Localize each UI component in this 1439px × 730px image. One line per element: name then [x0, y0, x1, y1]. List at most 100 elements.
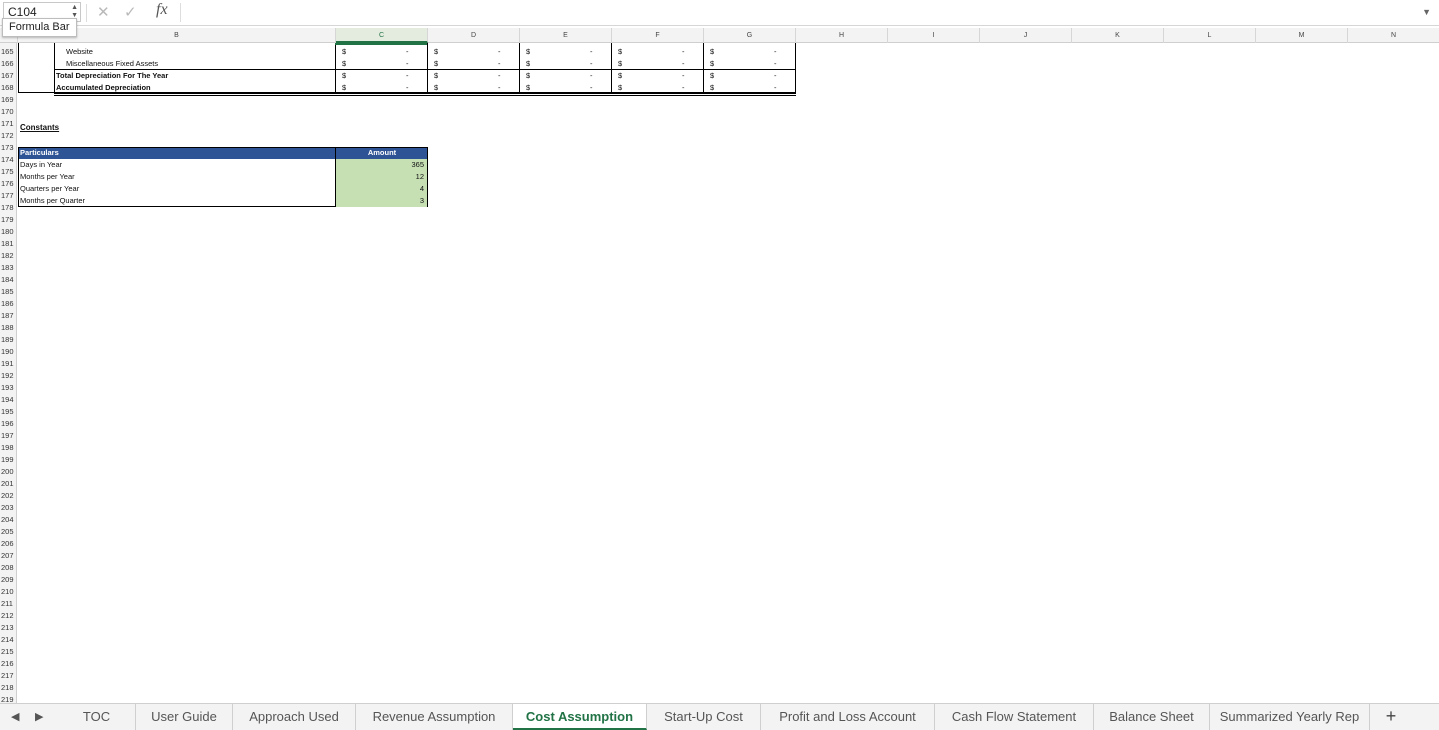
row-header[interactable]: 207	[0, 550, 16, 562]
sheet-tab-start-up-cost[interactable]: Start-Up Cost	[647, 704, 761, 730]
row-header[interactable]: 185	[0, 286, 16, 298]
column-header-j[interactable]: J	[980, 28, 1072, 43]
depreciation-value[interactable]: -	[590, 70, 593, 82]
add-sheet-icon[interactable]: +	[1380, 706, 1402, 727]
row-header[interactable]: 206	[0, 538, 16, 550]
row-header[interactable]: 203	[0, 502, 16, 514]
row-header[interactable]: 208	[0, 562, 16, 574]
depreciation-value[interactable]: -	[774, 46, 777, 58]
enter-check-icon[interactable]: ✓	[124, 3, 137, 21]
column-header-d[interactable]: D	[428, 28, 520, 43]
row-header[interactable]: 205	[0, 526, 16, 538]
row-header[interactable]: 181	[0, 238, 16, 250]
row-header[interactable]: 209	[0, 574, 16, 586]
row-header[interactable]: 182	[0, 250, 16, 262]
row-header[interactable]: 201	[0, 478, 16, 490]
row-header[interactable]: 186	[0, 298, 16, 310]
depreciation-value[interactable]: -	[590, 82, 593, 94]
depreciation-value[interactable]: -	[406, 70, 409, 82]
row-header[interactable]: 165	[0, 46, 16, 58]
row-header[interactable]: 199	[0, 454, 16, 466]
row-header[interactable]: 189	[0, 334, 16, 346]
column-header-c[interactable]: C	[336, 28, 428, 43]
row-header[interactable]: 200	[0, 466, 16, 478]
row-header[interactable]: 214	[0, 634, 16, 646]
depreciation-value[interactable]: -	[682, 82, 685, 94]
row-header[interactable]: 194	[0, 394, 16, 406]
row-header[interactable]: 178	[0, 202, 16, 214]
column-header-l[interactable]: L	[1164, 28, 1256, 43]
row-header[interactable]: 172	[0, 130, 16, 142]
depreciation-value[interactable]: -	[682, 58, 685, 70]
row-header[interactable]: 215	[0, 646, 16, 658]
depreciation-value[interactable]: -	[774, 58, 777, 70]
constant-amount[interactable]: 12	[336, 171, 427, 183]
row-header[interactable]: 197	[0, 430, 16, 442]
sheet-tab-user-guide[interactable]: User Guide	[136, 704, 233, 730]
row-header[interactable]: 174	[0, 154, 16, 166]
depreciation-value[interactable]: -	[774, 82, 777, 94]
row-header[interactable]: 198	[0, 442, 16, 454]
sheet-tab-toc[interactable]: TOC	[58, 704, 136, 730]
row-header[interactable]: 188	[0, 322, 16, 334]
insert-function-icon[interactable]: fx	[156, 1, 168, 19]
next-sheet-icon[interactable]: ▶	[35, 710, 43, 723]
row-header[interactable]: 179	[0, 214, 16, 226]
row-header[interactable]: 219	[0, 694, 16, 703]
row-header[interactable]: 218	[0, 682, 16, 694]
constant-amount[interactable]: 3	[336, 195, 427, 207]
formula-input[interactable]	[180, 3, 1425, 22]
depreciation-value[interactable]: -	[498, 46, 501, 58]
row-header[interactable]: 204	[0, 514, 16, 526]
depreciation-value[interactable]: -	[406, 46, 409, 58]
row-header[interactable]: 177	[0, 190, 16, 202]
row-header[interactable]: 210	[0, 586, 16, 598]
constant-amount[interactable]: 4	[336, 183, 427, 195]
depreciation-value[interactable]: -	[590, 46, 593, 58]
row-header[interactable]: 202	[0, 490, 16, 502]
constant-label[interactable]: Quarters per Year	[20, 183, 79, 195]
depreciation-value[interactable]: -	[682, 70, 685, 82]
row-header[interactable]: 212	[0, 610, 16, 622]
sheet-tab-cost-assumption[interactable]: Cost Assumption	[513, 704, 647, 730]
row-header[interactable]: 166	[0, 58, 16, 70]
row-header[interactable]: 213	[0, 622, 16, 634]
depreciation-value[interactable]: -	[590, 58, 593, 70]
depreciation-value[interactable]: -	[498, 58, 501, 70]
expand-formula-bar-icon[interactable]: ▼	[1422, 7, 1431, 17]
depreciation-value[interactable]: -	[774, 70, 777, 82]
row-header[interactable]: 169	[0, 94, 16, 106]
row-header[interactable]: 193	[0, 382, 16, 394]
row-header[interactable]: 180	[0, 226, 16, 238]
row-header[interactable]: 170	[0, 106, 16, 118]
row-header[interactable]: 171	[0, 118, 16, 130]
depreciation-value[interactable]: -	[406, 82, 409, 94]
constant-label[interactable]: Days in Year	[20, 159, 62, 171]
row-header[interactable]: 184	[0, 274, 16, 286]
sheet-grid[interactable]: Website Miscellaneous Fixed Assets Total…	[18, 43, 1439, 703]
column-header-h[interactable]: H	[796, 28, 888, 43]
row-header[interactable]: 176	[0, 178, 16, 190]
depreciation-value[interactable]: -	[498, 82, 501, 94]
constant-label[interactable]: Months per Quarter	[20, 195, 85, 207]
row-header[interactable]: 196	[0, 418, 16, 430]
row-header[interactable]: 211	[0, 598, 16, 610]
sheet-tab-revenue-assumption[interactable]: Revenue Assumption	[356, 704, 513, 730]
sheet-tab-profit-and-loss-account[interactable]: Profit and Loss Account	[761, 704, 935, 730]
sheet-tab-summarized-yearly-rep[interactable]: Summarized Yearly Rep	[1210, 704, 1370, 730]
row-header[interactable]: 187	[0, 310, 16, 322]
row-header[interactable]: 217	[0, 670, 16, 682]
row-header[interactable]: 190	[0, 346, 16, 358]
constant-label[interactable]: Months per Year	[20, 171, 75, 183]
prev-sheet-icon[interactable]: ◀	[11, 710, 19, 723]
column-header-n[interactable]: N	[1348, 28, 1439, 43]
constant-amount[interactable]: 365	[336, 159, 427, 171]
column-header-f[interactable]: F	[612, 28, 704, 43]
column-header-e[interactable]: E	[520, 28, 612, 43]
row-header[interactable]: 167	[0, 70, 16, 82]
column-header-i[interactable]: I	[888, 28, 980, 43]
depreciation-value[interactable]: -	[682, 46, 685, 58]
sheet-tab-cash-flow-statement[interactable]: Cash Flow Statement	[935, 704, 1094, 730]
column-header-k[interactable]: K	[1072, 28, 1164, 43]
depreciation-value[interactable]: -	[498, 70, 501, 82]
